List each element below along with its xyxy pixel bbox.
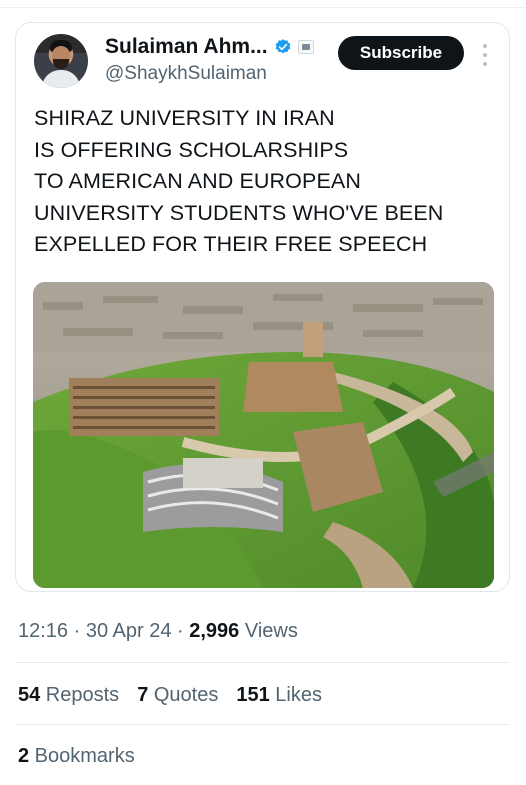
author-display-name[interactable]: Sulaiman Ahm... (105, 35, 268, 59)
bookmarks-link[interactable]: 2 Bookmarks (18, 745, 135, 768)
quotes-link[interactable]: 7 Quotes (137, 684, 218, 707)
tweet-text-line: UNIVERSITY STUDENTS WHO'VE BEEN (34, 200, 444, 225)
bookmarks-label: Bookmarks (29, 745, 135, 767)
tweet-date[interactable]: 30 Apr 24 (86, 620, 172, 642)
tweet-text-line: EXPELLED FOR THEIR FREE SPEECH (34, 232, 428, 256)
affiliation-badge-icon[interactable] (297, 40, 314, 54)
top-rule (0, 0, 526, 8)
views-label: Views (239, 620, 298, 642)
more-options-icon[interactable] (478, 44, 492, 66)
subscribe-button[interactable]: Subscribe (338, 36, 464, 70)
divider (15, 724, 510, 725)
avatar-shirt (42, 70, 80, 88)
quotes-label: Quotes (148, 684, 219, 706)
tweet-text-line: SHIRAZ UNIVERSITY IN IRAN (34, 106, 335, 130)
meta-separator: · (171, 620, 190, 642)
likes-count: 151 (236, 684, 270, 706)
reposts-label: Reposts (40, 684, 120, 706)
author-handle[interactable]: @ShaykhSulaiman (105, 63, 267, 85)
engagement-stats: 54 Reposts 7 Quotes 151 Likes (18, 684, 322, 707)
tweet-time[interactable]: 12:16 (18, 620, 68, 642)
author-name-row: Sulaiman Ahm... (105, 35, 314, 59)
tweet-meta: 12:16 · 30 Apr 24 · 2,996 Views (18, 620, 298, 643)
meta-separator: · (68, 620, 86, 642)
views-count: 2,996 (189, 620, 240, 642)
aerial-campus-photo (33, 282, 494, 588)
tweet-card[interactable]: Sulaiman Ahm... @ShaykhSulaiman Subscrib… (15, 22, 510, 592)
quotes-count: 7 (137, 684, 149, 706)
avatar-beard (53, 59, 69, 69)
bookmarks-count: 2 (18, 745, 30, 767)
tweet-media-image[interactable] (33, 282, 494, 588)
tweet-text: SHIRAZ UNIVERSITY IN IRAN IS OFFERING SC… (34, 103, 504, 261)
likes-label: Likes (269, 684, 322, 706)
avatar[interactable] (34, 34, 88, 88)
reposts-link[interactable]: 54 Reposts (18, 684, 119, 707)
divider (15, 662, 510, 663)
tweet-text-line: IS OFFERING SCHOLARSHIPS (34, 137, 349, 162)
reposts-count: 54 (18, 684, 41, 706)
tweet-text-line: TO AMERICAN AND EUROPEAN (34, 169, 361, 193)
likes-link[interactable]: 151 Likes (236, 684, 322, 707)
verified-badge-icon (274, 38, 292, 56)
